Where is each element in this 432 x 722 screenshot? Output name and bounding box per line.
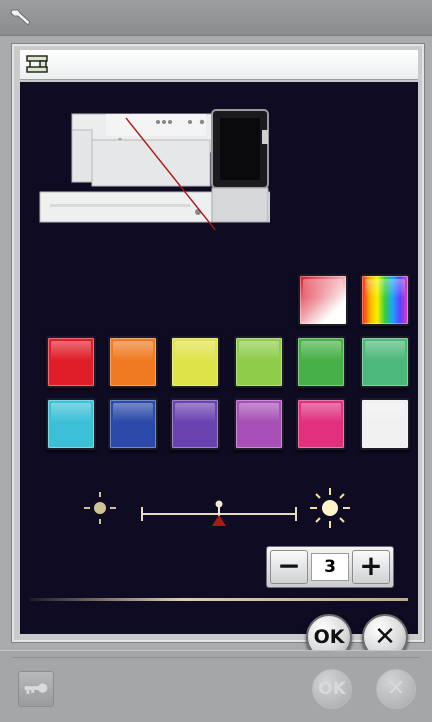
brightness-low-icon xyxy=(84,492,116,524)
bottom-cancel-button[interactable]: ✕ xyxy=(376,669,416,709)
dialog-title-bar xyxy=(20,50,418,80)
swatch-rainbow[interactable] xyxy=(360,274,410,326)
sewing-machine-icon xyxy=(26,55,48,73)
swatch-blue[interactable] xyxy=(108,398,158,450)
sewing-machine-illustration xyxy=(39,109,270,230)
swatch-cyan[interactable] xyxy=(46,398,96,450)
swatch-orange[interactable] xyxy=(108,336,158,388)
swatch-gradient-red-white[interactable] xyxy=(298,274,348,326)
key-button[interactable] xyxy=(18,671,54,707)
dialog-body: − 3 + OK ✕ xyxy=(20,82,418,660)
brightness-slider[interactable] xyxy=(134,494,304,534)
decrease-button[interactable]: − xyxy=(270,550,308,584)
swatch-white[interactable] xyxy=(360,398,410,450)
bottom-ok-button[interactable]: OK xyxy=(312,669,352,709)
swatch-red[interactable] xyxy=(46,336,96,388)
key-icon xyxy=(24,683,48,694)
increase-button[interactable]: + xyxy=(352,550,390,584)
swatch-light-green[interactable] xyxy=(234,336,284,388)
color-settings-dialog: − 3 + OK ✕ xyxy=(12,44,424,660)
wrench-icon[interactable] xyxy=(8,6,34,30)
stepper-value: 3 xyxy=(311,553,349,581)
swatch-teal-green[interactable] xyxy=(360,336,410,388)
bottom-toolbar: OK ✕ xyxy=(0,650,432,722)
swatch-purple[interactable] xyxy=(170,398,220,450)
swatch-yellow[interactable] xyxy=(170,336,220,388)
brightness-stepper: − 3 + xyxy=(266,546,394,588)
swatch-pink[interactable] xyxy=(296,398,346,450)
brightness-high-icon xyxy=(310,488,350,528)
swatch-violet[interactable] xyxy=(234,398,284,450)
divider xyxy=(30,598,408,601)
top-toolbar xyxy=(0,0,432,36)
bottom-divider xyxy=(12,657,420,658)
swatch-green[interactable] xyxy=(296,336,346,388)
